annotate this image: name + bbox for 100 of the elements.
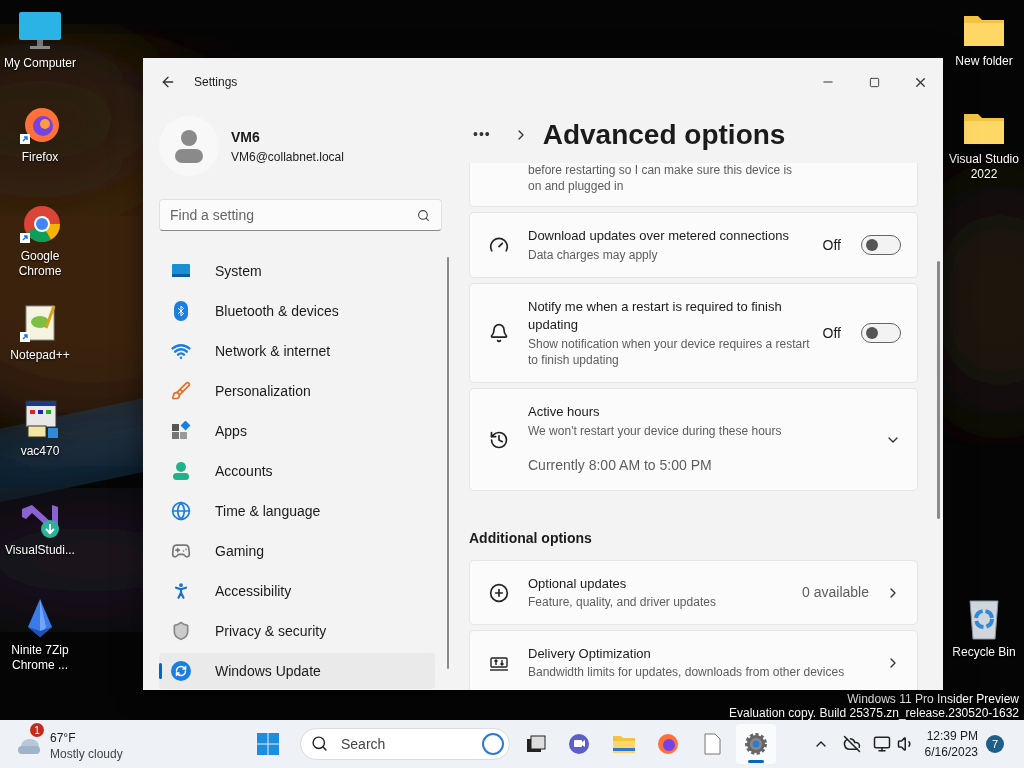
- desktop-shortcut[interactable]: VisualStudi...: [0, 497, 80, 558]
- nav-label: Gaming: [215, 541, 265, 561]
- nav-label: Privacy & security: [215, 621, 327, 641]
- person-icon: [171, 461, 191, 481]
- toggle-state: Off: [822, 235, 841, 255]
- nav-item[interactable]: Accessibility: [159, 573, 435, 609]
- nav-item[interactable]: Bluetooth & devices: [159, 293, 435, 329]
- bluetooth-icon: [174, 301, 188, 321]
- network-icon[interactable]: [842, 735, 861, 753]
- nav-label: Apps: [215, 421, 247, 441]
- setting-description: Feature, quality, and driver updates: [528, 594, 717, 610]
- setting-title: Active hours: [528, 403, 601, 421]
- weather-widget[interactable]: 1 67°F Mostly cloudy: [16, 723, 248, 765]
- setting-card[interactable]: Optional updates Feature, quality, and driver updates 0 available: [469, 560, 918, 625]
- weather-condition: Mostly cloudy: [50, 746, 123, 762]
- search-icon: [311, 735, 328, 752]
- nav-label: Time & language: [215, 501, 321, 521]
- setting-description: Bandwidth limits for updates, downloads from other devices: [528, 664, 846, 680]
- document-icon: [702, 733, 722, 755]
- toggle-state: Off: [822, 323, 841, 343]
- wifi-icon: [171, 341, 191, 361]
- nav-label: System: [215, 261, 262, 281]
- firefox-icon: [657, 733, 679, 755]
- nav-item[interactable]: Apps: [159, 413, 435, 449]
- desktop-shortcut[interactable]: Notepad++: [0, 302, 80, 363]
- nav-label: Personalization: [215, 381, 311, 401]
- nav-label: Windows Update: [215, 661, 321, 681]
- desktop-shortcut[interactable]: Recycle Bin: [944, 597, 1024, 660]
- update-icon: [171, 661, 191, 681]
- time-text: 12:39 PM: [926, 728, 978, 744]
- temperature: 67°F: [50, 730, 77, 746]
- plus-icon: [489, 582, 509, 603]
- nav-label: Bluetooth & devices: [215, 301, 339, 321]
- back-icon[interactable]: [160, 74, 176, 90]
- chrome-icon: [18, 203, 62, 245]
- nav-item[interactable]: Accounts: [159, 453, 435, 489]
- cloud-icon: [16, 736, 42, 756]
- desktop-shortcut[interactable]: Google Chrome: [0, 203, 80, 279]
- setting-value: 0 available: [802, 583, 869, 602]
- setting-description: Show notification when your device requires a restart to finish updating: [528, 336, 811, 368]
- nav-item[interactable]: Gaming: [159, 533, 435, 569]
- windows-icon: [256, 732, 280, 756]
- notification-badge[interactable]: 7: [986, 735, 1004, 753]
- taskbar-search[interactable]: Search: [300, 728, 510, 760]
- desktop-shortcut[interactable]: Ninite 7Zip Chrome ...: [0, 597, 80, 673]
- nav-label: Network & internet: [215, 341, 331, 361]
- desktop-shortcut[interactable]: Visual Studio 2022: [944, 108, 1024, 182]
- setting-title: Delivery Optimization: [528, 645, 652, 663]
- page-title: Advanced options: [542, 117, 786, 152]
- search-field[interactable]: Find a setting: [159, 199, 442, 231]
- shield-icon: [171, 621, 191, 641]
- toggle-switch[interactable]: [861, 323, 901, 343]
- desktop-shortcut[interactable]: New folder: [944, 10, 1024, 69]
- globe-icon: [171, 501, 191, 521]
- setting-title: Optional updates: [528, 575, 628, 593]
- bell-icon: [489, 323, 509, 343]
- toggle-switch[interactable]: [861, 235, 901, 255]
- apps-icon: [171, 421, 191, 441]
- video-chat-icon: [568, 733, 592, 755]
- clock[interactable]: 12:39 PM 6/16/2023: [924, 728, 978, 760]
- brush-icon: [171, 381, 191, 401]
- setting-card[interactable]: Delivery Optimization Bandwidth limits for updates, downloads from other devices: [469, 630, 918, 690]
- setting-title: Download updates over metered connections: [528, 227, 790, 245]
- clock-icon: [489, 429, 509, 450]
- gauge-icon: [489, 235, 509, 255]
- desktop-shortcut[interactable]: My Computer: [0, 10, 80, 71]
- bing-icon: [482, 733, 504, 755]
- nav-item[interactable]: Privacy & security: [159, 613, 435, 649]
- monitor-icon[interactable]: [872, 735, 891, 753]
- breadcrumb-more[interactable]: •••: [473, 124, 491, 145]
- nav-item[interactable]: Network & internet: [159, 333, 435, 369]
- person-icon: [174, 129, 204, 163]
- nav-item[interactable]: Time & language: [159, 493, 435, 529]
- section-heading: Additional options: [469, 529, 593, 548]
- search-icon: [417, 209, 430, 222]
- folder-icon: [612, 733, 636, 755]
- nav-item[interactable]: Windows Update: [159, 653, 435, 689]
- desktop-shortcut[interactable]: Firefox: [0, 104, 80, 165]
- nav-item[interactable]: Personalization: [159, 373, 435, 409]
- monitor-icon: [18, 10, 62, 52]
- weather-badge: 1: [30, 723, 44, 737]
- user-name: VM6: [231, 127, 261, 147]
- setting-description: before restarting so I can make sure this device is on and plugged in: [528, 163, 794, 194]
- setting-detail: Currently 8:00 AM to 5:00 PM: [528, 456, 713, 475]
- task-view-icon: [525, 733, 547, 755]
- date-text: 6/16/2023: [924, 744, 978, 760]
- window-title: Settings: [194, 74, 238, 91]
- user-email: VM6@collabnet.local: [231, 148, 344, 166]
- setting-title: Notify me when a restart is required to finish updating: [528, 298, 783, 334]
- desktop-shortcut[interactable]: vac470: [0, 398, 80, 459]
- gamepad-icon: [171, 541, 191, 561]
- maximize-icon: [868, 76, 880, 88]
- setting-description: Data charges may apply: [528, 247, 659, 263]
- nav-label: Accounts: [215, 461, 273, 481]
- watermark-text: Windows 11 Pro Insider Preview: [847, 692, 1019, 706]
- gear-icon: [744, 732, 768, 756]
- nav-label: Accessibility: [215, 581, 292, 601]
- setting-description: We won't restart your device during these hours: [528, 423, 783, 439]
- watermark-text: Evaluation copy. Build 25375.zn_release.230520-1632: [729, 706, 1019, 720]
- nav-item[interactable]: System: [159, 253, 435, 289]
